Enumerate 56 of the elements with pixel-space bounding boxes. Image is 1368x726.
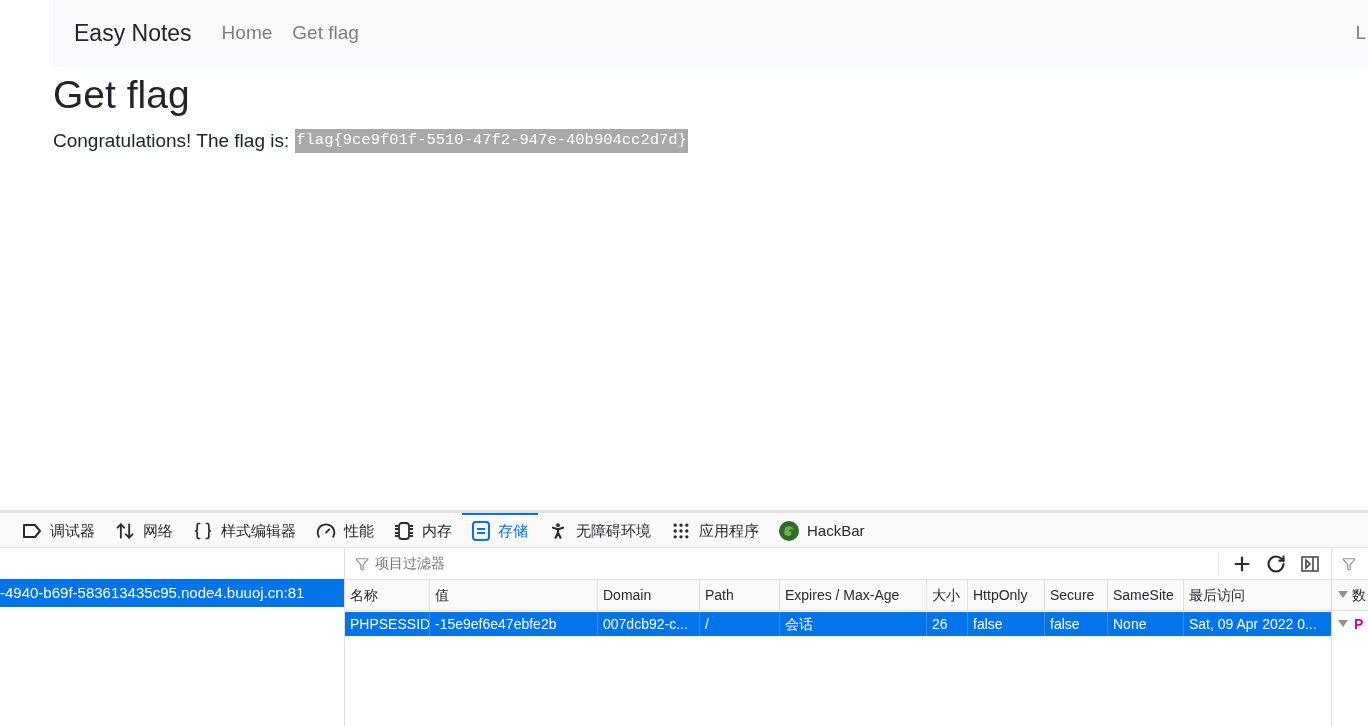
devtools-tab[interactable]: 存储 [462,513,538,547]
column-header[interactable]: 大小 [926,580,967,610]
table-cell: false [967,612,1044,636]
page-heading: Get flag [53,72,191,118]
devtools-tab[interactable]: 调试器 [12,513,105,547]
sidebar-header[interactable]: 数 [1332,580,1368,611]
gauge-icon [316,521,336,541]
filter-icon [355,556,369,571]
tag-icon [22,523,42,539]
devtools-tab[interactable]: 性能 [306,513,384,547]
devtools-tab[interactable]: 内存 [384,513,462,547]
nav-link[interactable]: Home [221,19,273,48]
braces-icon [193,521,213,541]
column-header[interactable]: 值 [429,580,597,610]
logo-icon [779,521,799,541]
list-box-icon [472,521,490,541]
column-header[interactable]: 名称 [345,580,429,610]
column-header[interactable]: Domain [597,580,699,610]
column-header[interactable]: Secure [1044,580,1107,610]
nav-link[interactable]: L [1355,19,1368,48]
section-label: 数 [1352,585,1366,605]
triangle-icon [1338,591,1348,599]
panel-icon [1301,555,1319,572]
column-header[interactable]: 最后访问 [1183,580,1330,610]
triangle-icon[interactable] [1338,620,1348,628]
table-cell: 007dcb92-c... [597,612,699,636]
nav-link[interactable]: Get flag [292,19,359,48]
refresh-icon [1266,553,1286,574]
table-cell: false [1044,612,1107,636]
brand-link[interactable]: Easy Notes [74,16,192,51]
devtools-tab[interactable]: 网络 [105,513,183,547]
column-header[interactable]: SameSite [1107,580,1183,610]
table-cell: 会话 [779,612,926,636]
host-item[interactable]: -4940-b69f-583613435c95.node4.buuoj.cn:81 [0,579,344,607]
message-text: Congratulations! The flag is: [53,128,290,153]
table-cell: None [1107,612,1183,636]
table-cell-text: PHPSESSID [349,614,429,634]
table-cell: / [699,612,779,636]
flag-code: flag{9ce9f01f-5510-47f2-947e-40b904cc2d7d} [295,129,688,153]
column-header[interactable]: HttpOnly [967,580,1044,610]
chip-icon [394,522,414,540]
table-cell: 26 [926,612,967,636]
table-row[interactable]: PHPSESSID -15e9ef6e47ebfe2b 007dcb92-c... / 会话 26 false false None Sat, 09 Apr 2022 0... [345,612,1331,636]
filter-field[interactable]: 项目过滤器 [375,553,975,574]
devtools-tab[interactable]: HackBar [769,513,875,547]
arrows-icon [115,521,135,541]
tree-item-label: P [1354,614,1364,634]
table-cell: Sat, 09 Apr 2022 0... [1183,612,1330,636]
devtools-tab[interactable]: 应用程序 [661,513,769,547]
table-cell: -15e9ef6e47ebfe2b [429,612,597,636]
filter-icon [1342,556,1356,571]
devtools-tab[interactable]: 无障碍环境 [538,513,661,547]
dot-grid-icon [671,521,691,541]
column-header[interactable]: Path [699,580,779,610]
column-header[interactable]: Expires / Max-Age [779,580,926,610]
devtools-tab[interactable]: 样式编辑器 [183,513,306,547]
